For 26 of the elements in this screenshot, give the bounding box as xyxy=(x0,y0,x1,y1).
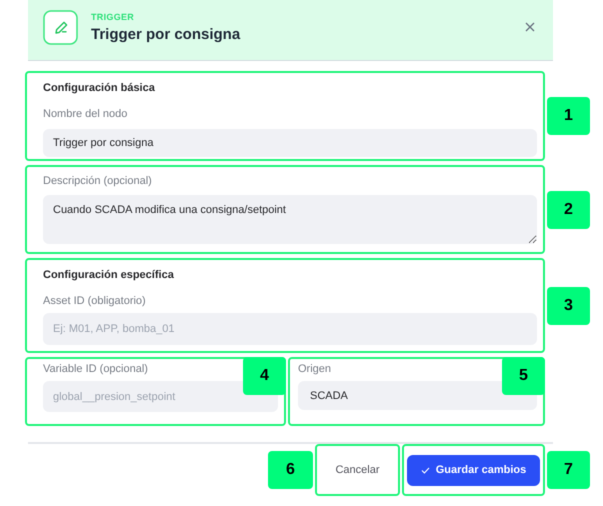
section-heading: Configuración específica xyxy=(43,269,174,281)
number-badge: 7 xyxy=(547,451,590,489)
field-label: Origen xyxy=(298,363,332,375)
section-heading: Configuración básica xyxy=(43,82,155,94)
input-field[interactable]: global__presion_setpoint xyxy=(43,381,278,412)
cancel-button[interactable]: Cancelar xyxy=(331,458,384,482)
number-badge: 5 xyxy=(502,357,545,395)
field-label: Asset ID (obligatorio) xyxy=(43,295,146,307)
number-badge: 4 xyxy=(243,357,286,395)
number-badge: 2 xyxy=(547,190,590,228)
origin-select[interactable]: SCADA xyxy=(298,381,537,410)
field-label: Variable ID (opcional) xyxy=(43,363,148,375)
field-label: Descripción (opcional) xyxy=(43,175,152,187)
panel-title: Trigger por consigna xyxy=(91,26,242,42)
save-button[interactable]: Guardar cambios xyxy=(407,454,540,486)
pencil-icon xyxy=(43,10,78,44)
number-badge: 3 xyxy=(547,286,590,324)
input-field[interactable]: Trigger por consigna xyxy=(43,129,537,157)
close-icon[interactable] xyxy=(525,22,535,32)
node-type-label: TRIGGER xyxy=(91,12,136,22)
number-badge: 6 xyxy=(268,451,313,489)
field-label: Nombre del nodo xyxy=(43,108,128,120)
text-area[interactable]: Cuando SCADA modifica una consigna/setpoint xyxy=(43,195,537,244)
number-badge: 1 xyxy=(547,97,590,135)
check-icon xyxy=(420,466,430,474)
input-field[interactable]: Ej: M01, APP, bomba_01 xyxy=(43,313,537,345)
